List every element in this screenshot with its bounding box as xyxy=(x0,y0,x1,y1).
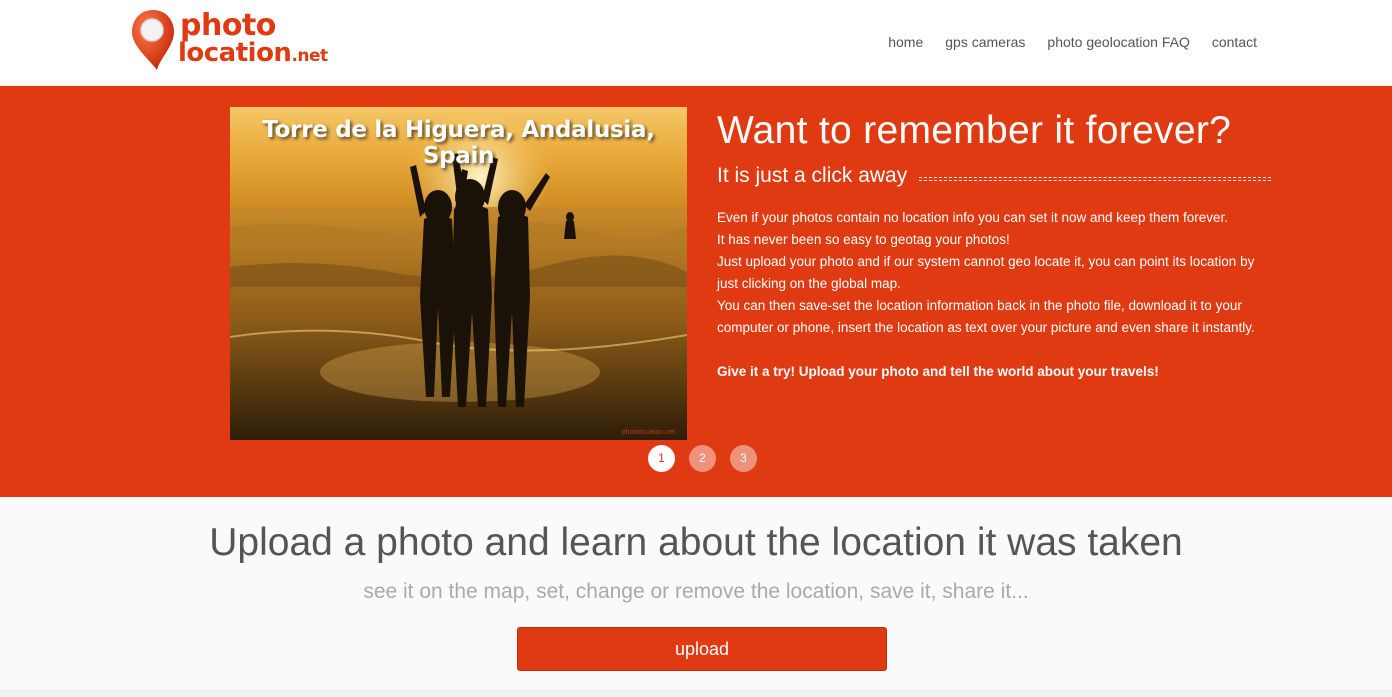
photo-watermark: photolocation.net xyxy=(622,429,675,436)
nav-link-faq[interactable]: photo geolocation FAQ xyxy=(1036,33,1200,51)
photo-caption: Torre de la Higuera, Andalusia, Spain xyxy=(262,117,655,169)
hero-subtitle-row: It is just a click away xyxy=(717,163,1277,189)
hero-body-line-3: Just upload your photo and if our system… xyxy=(717,254,1255,291)
dashed-divider xyxy=(919,177,1271,181)
hero-body-line-2: It has never been so easy to geotag your… xyxy=(717,232,1010,247)
hero-text: Want to remember it forever? It is just … xyxy=(717,108,1277,383)
slide-dot-3[interactable]: 3 xyxy=(730,445,757,472)
site-logo[interactable]: photo location.net xyxy=(130,8,328,74)
hero-subtitle: It is just a click away xyxy=(717,164,908,187)
logo-text-location: location.net xyxy=(178,38,328,71)
slider-pagination: 1 2 3 xyxy=(648,445,757,472)
nav-link-contact[interactable]: contact xyxy=(1201,33,1257,51)
hero-body-line-4: You can then save-set the location infor… xyxy=(717,298,1255,335)
hero-body: Even if your photos contain no location … xyxy=(717,207,1277,339)
nav-link-home[interactable]: home xyxy=(877,33,934,51)
logo-text-net: .net xyxy=(291,46,328,66)
logo-text-location-main: location xyxy=(178,38,292,68)
hero-photo: photolocation.net Torre de la Higuera, A… xyxy=(230,107,687,440)
hero-cta: Give it a try! Upload your photo and tel… xyxy=(717,364,1159,379)
upload-button[interactable]: upload xyxy=(517,627,887,671)
upload-subtitle: see it on the map, set, change or remove… xyxy=(363,580,1029,603)
map-pin-icon xyxy=(132,10,174,70)
hero-title: Want to remember it forever? xyxy=(717,109,1232,152)
hero-body-line-1: Even if your photos contain no location … xyxy=(717,210,1229,225)
hero-slider: photolocation.net Torre de la Higuera, A… xyxy=(0,86,1392,497)
main-nav: home gps cameras photo geolocation FAQ c… xyxy=(877,33,1257,51)
upload-title: Upload a photo and learn about the locat… xyxy=(209,521,1183,564)
nav-link-gps-cameras[interactable]: gps cameras xyxy=(934,33,1036,51)
slide-dot-1[interactable]: 1 xyxy=(648,445,675,472)
site-header: photo location.net home gps cameras phot… xyxy=(0,0,1392,86)
section-divider xyxy=(0,689,1392,697)
slide-dot-2[interactable]: 2 xyxy=(689,445,716,472)
